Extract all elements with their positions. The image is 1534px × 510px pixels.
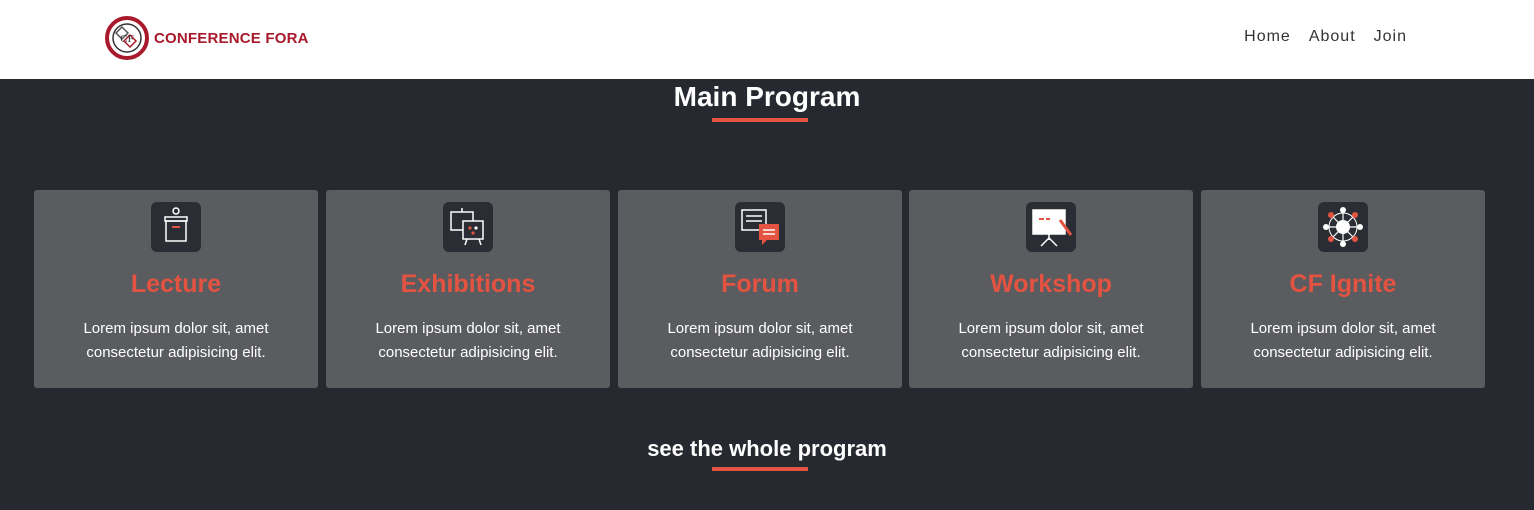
brand-name: CONFERENCE FORA bbox=[154, 29, 309, 47]
card-description: Lorem ipsum dolor sit, amet consectetur … bbox=[1250, 320, 1436, 361]
nav-join-link[interactable]: Join bbox=[1374, 28, 1407, 46]
nav-about-link[interactable]: About bbox=[1309, 28, 1356, 46]
network-hub-icon bbox=[1318, 202, 1368, 252]
card-description: Lorem ipsum dolor sit, amet consectetur … bbox=[667, 320, 853, 361]
card-description: Lorem ipsum dolor sit, amet consectetur … bbox=[83, 320, 269, 361]
program-card-workshop[interactable]: Workshop Lorem ipsum dolor sit, amet con… bbox=[909, 190, 1193, 388]
program-card-forum[interactable]: Forum Lorem ipsum dolor sit, amet consec… bbox=[618, 190, 902, 388]
brand-logo[interactable]: CF CONFERENCE FORA bbox=[104, 15, 309, 61]
whiteboard-icon bbox=[1026, 202, 1076, 252]
card-description: Lorem ipsum dolor sit, amet consectetur … bbox=[375, 320, 561, 361]
easel-exhibition-icon bbox=[443, 202, 493, 252]
program-card-exhibitions[interactable]: Exhibitions Lorem ipsum dolor sit, amet … bbox=[326, 190, 610, 388]
program-card-lecture[interactable]: Lecture Lorem ipsum dolor sit, amet cons… bbox=[34, 190, 318, 388]
card-title: Forum bbox=[721, 270, 799, 298]
nav-home-link[interactable]: Home bbox=[1244, 28, 1291, 46]
card-title: Lecture bbox=[130, 270, 222, 298]
card-title: Exhibitions bbox=[400, 270, 536, 298]
brand-logo-icon: CF bbox=[105, 16, 149, 60]
section-title: Main Program bbox=[673, 81, 861, 112]
chat-bubbles-icon bbox=[735, 202, 785, 252]
card-title: Workshop bbox=[990, 270, 1112, 298]
svg-text:CF: CF bbox=[120, 33, 133, 45]
lectern-icon bbox=[151, 202, 201, 252]
card-description: Lorem ipsum dolor sit, amet consectetur … bbox=[958, 320, 1144, 361]
cta-underline bbox=[712, 467, 808, 471]
main-nav: Home About Join bbox=[1244, 28, 1407, 46]
see-whole-program-link[interactable]: see the whole program bbox=[0, 436, 1534, 462]
program-card-cf-ignite[interactable]: CF Ignite Lorem ipsum dolor sit, amet co… bbox=[1201, 190, 1485, 388]
navbar: CF CONFERENCE FORA Home About Join bbox=[0, 0, 1534, 79]
title-underline bbox=[712, 118, 808, 122]
card-title: CF Ignite bbox=[1289, 270, 1397, 298]
